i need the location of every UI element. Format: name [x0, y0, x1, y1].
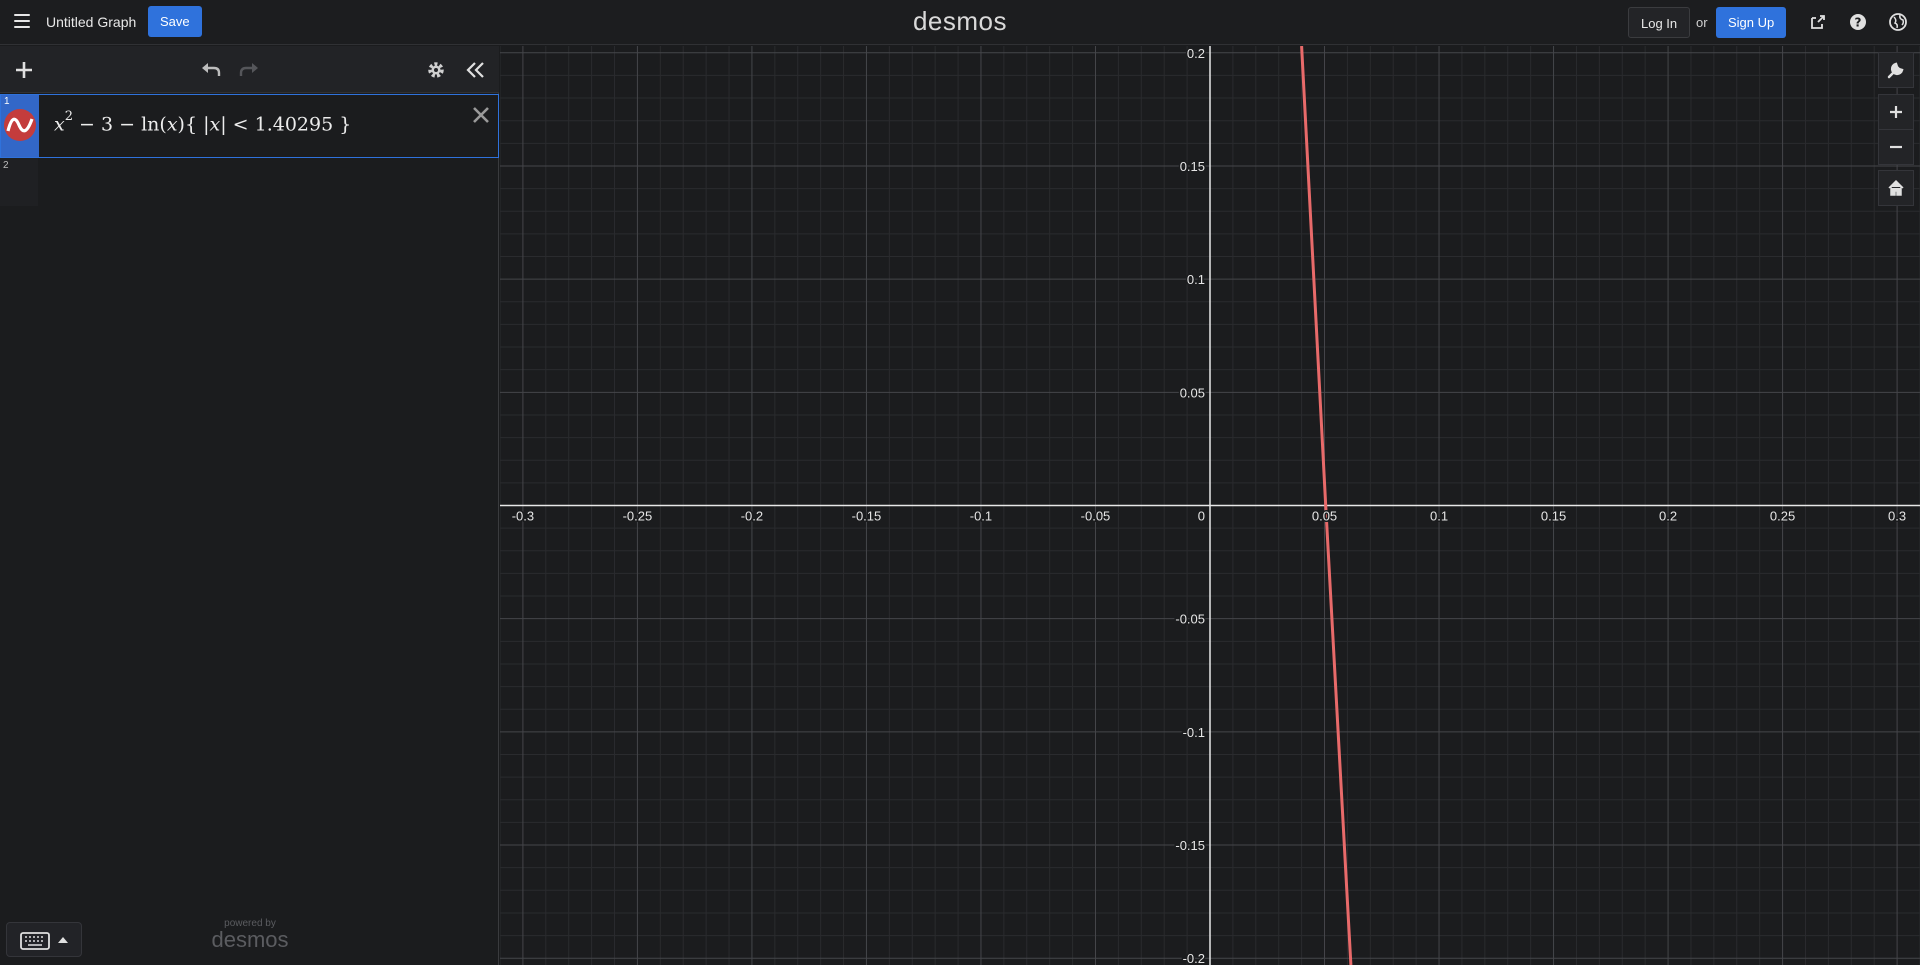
x-tick-label: -0.05 — [1081, 509, 1111, 524]
x-tick-label: 0 — [1198, 509, 1205, 524]
add-expression-icon[interactable] — [14, 60, 34, 80]
expression-gutter: 1 — [1, 95, 39, 157]
graph-canvas[interactable]: -0.3 -0.25 -0.2 -0.15 -0.1 -0.05 0 0.05 0.1 0.15 0… — [500, 46, 1920, 965]
default-viewport-button[interactable] — [1878, 170, 1914, 206]
y-tick-label: 0.2 — [1187, 46, 1205, 61]
zoom-out-button[interactable] — [1878, 129, 1914, 165]
graph-settings-button[interactable] — [1878, 52, 1914, 88]
expression-input[interactable]: x2 − 3 − ln(x){ |x| < 1.40295 } — [54, 109, 352, 136]
delete-expression-icon[interactable] — [471, 105, 491, 125]
expression-index: 2 — [3, 160, 9, 171]
y-tick-label: -0.2 — [1183, 951, 1205, 965]
zoom-in-button[interactable] — [1878, 94, 1914, 130]
caret-up-icon — [58, 937, 68, 943]
powered-by-logo: desmos — [211, 927, 289, 952]
plus-icon — [1890, 106, 1902, 118]
x-tick-label: 0.15 — [1541, 509, 1566, 524]
y-tick-label: 0.1 — [1187, 272, 1205, 287]
undo-icon[interactable] — [200, 60, 222, 80]
graph-svg[interactable]: -0.3 -0.25 -0.2 -0.15 -0.1 -0.05 0 0.05 0.1 0.15 0… — [500, 46, 1920, 965]
log-in-button[interactable]: Log In — [1628, 7, 1691, 38]
math-variable: x — [166, 113, 178, 136]
home-icon — [1888, 179, 1904, 196]
svg-text:?: ? — [1855, 16, 1862, 30]
x-tick-label: 0.25 — [1770, 509, 1795, 524]
x-tick-label: -0.15 — [852, 509, 882, 524]
settings-gear-icon[interactable] — [426, 60, 446, 80]
globe-icon[interactable] — [1888, 12, 1908, 32]
keyboard-icon — [20, 932, 50, 950]
keyboard-toggle-button[interactable] — [6, 922, 82, 957]
x-tick-label: 0.05 — [1312, 509, 1337, 524]
powered-by-desmos: powered by desmos — [210, 918, 290, 953]
help-icon[interactable]: ? — [1848, 12, 1868, 32]
expression-gutter: 2 — [0, 158, 38, 206]
graph-title[interactable]: Untitled Graph — [46, 14, 136, 30]
powered-by-text: powered by — [224, 918, 276, 929]
x-tick-label: 0.2 — [1659, 509, 1677, 524]
x-tick-label: 0.1 — [1430, 509, 1448, 524]
expression-color-icon[interactable] — [4, 109, 36, 141]
expression-panel: 1 x2 − 3 − ln(x){ |x| < 1.40295 } 2 powe… — [0, 46, 499, 965]
collapse-panel-icon[interactable] — [464, 60, 486, 80]
x-tick-label: -0.25 — [623, 509, 653, 524]
math-text: − 3 − ln( — [73, 113, 167, 136]
math-variable: x — [54, 113, 65, 136]
or-text: or — [1696, 15, 1708, 30]
menu-icon[interactable] — [14, 14, 30, 28]
expression-row[interactable]: 1 x2 − 3 − ln(x){ |x| < 1.40295 } — [0, 94, 499, 158]
redo-icon[interactable] — [238, 60, 260, 80]
y-tick-label: -0.05 — [1175, 612, 1205, 627]
expression-index: 1 — [4, 96, 10, 107]
top-bar: Untitled Graph Save desmos Log In or Sig… — [0, 0, 1920, 45]
wrench-icon — [1887, 62, 1904, 79]
expression-toolbar — [0, 46, 499, 93]
math-text: ){ | — [177, 113, 210, 136]
share-icon[interactable] — [1808, 12, 1828, 32]
math-variable: x — [209, 113, 221, 136]
minus-icon — [1890, 145, 1902, 149]
math-exponent: 2 — [64, 109, 73, 124]
save-button[interactable]: Save — [148, 6, 202, 37]
empty-expression-row[interactable]: 2 — [0, 158, 499, 206]
x-tick-label: -0.3 — [512, 509, 534, 524]
sign-up-button[interactable]: Sign Up — [1716, 7, 1787, 38]
x-tick-label: 0.3 — [1888, 509, 1906, 524]
x-tick-label: -0.2 — [741, 509, 763, 524]
y-tick-label: -0.1 — [1183, 725, 1205, 740]
math-text: | < 1.40295 } — [220, 113, 352, 136]
x-tick-label: -0.1 — [970, 509, 992, 524]
y-tick-label: -0.15 — [1175, 838, 1205, 853]
y-tick-label: 0.05 — [1180, 385, 1205, 400]
y-tick-label: 0.15 — [1180, 159, 1205, 174]
